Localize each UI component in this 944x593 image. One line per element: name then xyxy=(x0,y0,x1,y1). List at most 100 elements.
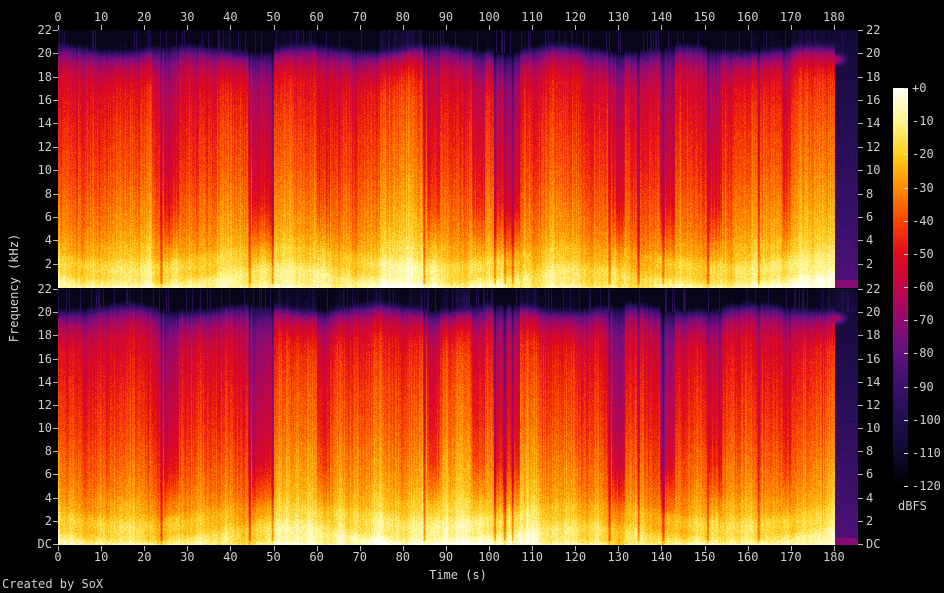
freq-tick-mark xyxy=(53,474,58,476)
freq-tick-label: DC xyxy=(866,537,881,551)
time-tick-label: 170 xyxy=(779,10,802,24)
freq-tick-mark xyxy=(858,76,863,78)
time-tick-label: 160 xyxy=(736,550,759,564)
time-tick-mark xyxy=(790,546,792,551)
db-tick-mark xyxy=(904,187,908,189)
freq-tick-label: 8 xyxy=(44,444,52,459)
time-tick-label: 40 xyxy=(223,550,238,564)
spectrogram-channel-left xyxy=(58,30,858,288)
freq-tick-label: 16 xyxy=(866,93,881,108)
freq-tick-label: 10 xyxy=(37,163,52,178)
time-tick-label: 100 xyxy=(478,10,500,24)
freq-tick-label: 16 xyxy=(37,93,52,108)
time-tick-label: 140 xyxy=(650,550,673,564)
freq-tick-mark xyxy=(858,30,863,31)
time-tick-label: 140 xyxy=(650,10,673,24)
freq-tick-mark xyxy=(53,193,58,195)
time-tick-label: 0 xyxy=(54,550,62,564)
freq-tick-mark xyxy=(858,263,863,265)
freq-tick-label: 18 xyxy=(37,69,52,84)
time-tick-label: 180 xyxy=(823,550,845,564)
db-tick-mark xyxy=(904,88,908,89)
freq-tick-mark xyxy=(858,146,863,148)
db-tick-label: -120 xyxy=(912,479,941,493)
freq-tick-mark xyxy=(53,263,58,265)
freq-tick-label: 14 xyxy=(37,374,52,389)
sox-spectrogram-figure: Frequency (kHz) 0 10 20 30 40 50 60 70 80 90 100 11… xyxy=(0,0,944,593)
db-tick-label: -10 xyxy=(912,114,934,129)
freq-tick-label: 6 xyxy=(44,209,52,224)
time-tick-label: 50 xyxy=(266,10,281,24)
time-tick-label: 40 xyxy=(223,10,238,24)
freq-tick-mark xyxy=(53,216,58,218)
freq-tick-mark xyxy=(858,193,863,195)
freq-tick-mark xyxy=(53,100,58,102)
db-tick-mark xyxy=(904,419,908,421)
time-tick-label: 150 xyxy=(693,550,716,564)
freq-tick-label: 20 xyxy=(37,305,52,320)
freq-tick-mark xyxy=(858,312,863,314)
time-tick-label: 0 xyxy=(54,10,62,24)
freq-tick-mark xyxy=(53,53,58,55)
time-tick-label: 70 xyxy=(352,550,367,564)
freq-tick-mark xyxy=(53,544,58,545)
time-tick-label: 150 xyxy=(693,10,716,24)
time-tick-label: 30 xyxy=(180,550,195,564)
freq-tick-label: 8 xyxy=(866,186,874,201)
time-tick-label: 100 xyxy=(478,550,500,564)
freq-tick-label: 12 xyxy=(866,139,881,154)
freq-tick-label: 2 xyxy=(866,513,874,528)
time-tick-label: 20 xyxy=(136,10,152,24)
freq-tick-mark xyxy=(858,428,863,430)
freq-tick-label: 4 xyxy=(866,490,874,505)
time-tick-label: 130 xyxy=(607,10,630,24)
freq-tick-label: 6 xyxy=(44,467,52,482)
freq-tick-label: 20 xyxy=(866,46,881,61)
freq-tick-label: 12 xyxy=(37,139,52,154)
db-tick-mark xyxy=(904,452,908,454)
time-tick-label: 60 xyxy=(309,10,324,24)
time-tick-mark xyxy=(230,546,232,551)
time-tick-label: 10 xyxy=(93,550,109,564)
time-tick-mark xyxy=(747,546,749,551)
freq-tick-label: 22 xyxy=(37,23,52,37)
freq-tick-label: 8 xyxy=(866,444,874,459)
time-tick-mark xyxy=(704,546,706,551)
time-tick-mark xyxy=(532,546,534,551)
db-tick-mark xyxy=(904,287,908,288)
db-tick-label: -60 xyxy=(912,280,934,294)
freq-tick-label: 6 xyxy=(866,467,874,482)
db-tick-label: -30 xyxy=(912,180,934,195)
freq-tick-label: 16 xyxy=(37,351,52,366)
freq-tick-mark xyxy=(53,30,58,31)
freq-tick-mark xyxy=(53,170,58,172)
db-tick-label: -20 xyxy=(912,147,934,162)
freq-tick-label: 14 xyxy=(37,116,52,131)
freq-tick-label: 18 xyxy=(37,328,52,343)
time-tick-mark xyxy=(316,546,318,551)
time-tick-label: 120 xyxy=(564,10,587,24)
time-tick-label: 90 xyxy=(438,550,454,564)
freq-tick-mark xyxy=(53,404,58,406)
freq-tick-mark xyxy=(858,289,863,290)
time-tick-mark xyxy=(575,546,577,551)
freq-tick-mark xyxy=(53,358,58,360)
time-tick-label: 80 xyxy=(395,550,411,564)
db-tick-mark xyxy=(904,253,908,255)
freq-tick-mark xyxy=(858,544,863,545)
time-tick-mark xyxy=(489,546,491,551)
time-tick-label: 160 xyxy=(736,10,759,24)
freq-tick-label: 14 xyxy=(866,116,881,131)
time-tick-mark xyxy=(618,546,620,551)
freq-tick-mark xyxy=(53,381,58,383)
freq-tick-mark xyxy=(53,497,58,499)
freq-tick-label: 12 xyxy=(866,397,881,412)
freq-tick-label: DC xyxy=(37,537,52,551)
db-tick-mark xyxy=(904,320,908,322)
time-tick-label: 80 xyxy=(395,10,411,24)
freq-tick-mark xyxy=(53,289,58,290)
freq-tick-label: 22 xyxy=(866,282,881,296)
freq-tick-mark xyxy=(858,53,863,55)
freq-tick-label: 4 xyxy=(866,233,874,248)
freq-tick-mark xyxy=(858,216,863,218)
